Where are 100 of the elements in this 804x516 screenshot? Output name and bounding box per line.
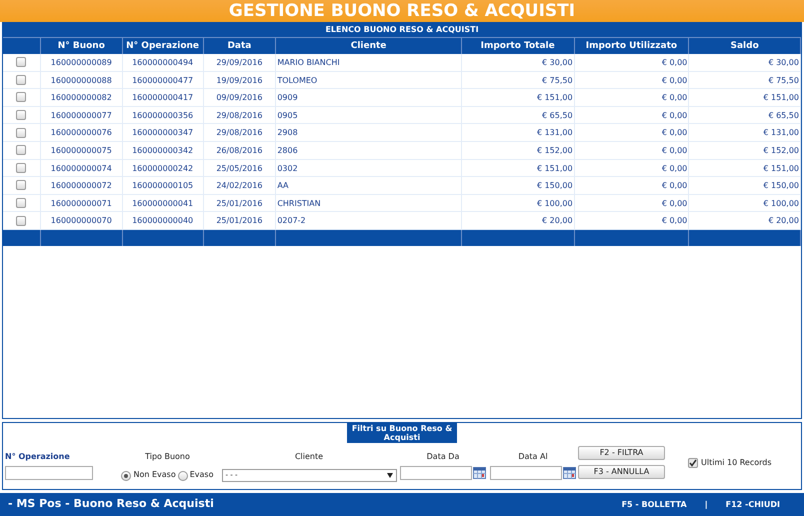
column-header: Importo Utilizzato (574, 38, 690, 54)
table-cell: 160000000477 (122, 72, 204, 88)
table-cell: 160000000070 (40, 212, 123, 229)
column-header: Importo Totale (462, 38, 575, 54)
table-cell: € 0,00 (574, 72, 690, 88)
row-checkbox[interactable] (16, 57, 26, 68)
table-cell: € 20,00 (689, 212, 801, 229)
table-cell: 160000000356 (122, 106, 204, 124)
page-title: GESTIONE BUONO RESO & ACQUISTI (0, 0, 804, 22)
table-cell: € 151,00 (462, 160, 575, 176)
radio-option[interactable]: Evaso (178, 466, 214, 481)
table-cell: € 0,00 (574, 89, 690, 106)
action-button[interactable]: F3 - ANNULLA (578, 465, 665, 479)
row-checkbox[interactable] (16, 145, 26, 156)
table-cell: 160000000071 (40, 194, 123, 212)
table-cell: 160000000041 (122, 194, 204, 212)
field-label: N° Operazione (5, 451, 71, 463)
separator: | (704, 498, 708, 510)
table-cell: 29/08/2016 (204, 106, 276, 124)
radio-option[interactable]: Non Evaso (121, 466, 176, 481)
calendar-icon[interactable] (563, 467, 576, 479)
column-header: N° Buono (40, 38, 123, 54)
table-cell: 29/09/2016 (204, 54, 276, 71)
calendar-icon[interactable] (473, 467, 486, 479)
table-cell: 160000000074 (40, 160, 123, 176)
table-cell: 160000000342 (122, 142, 204, 159)
row-checkbox[interactable] (16, 128, 26, 138)
table-cell: € 151,00 (689, 160, 801, 176)
field-label: Data Da (426, 451, 460, 463)
table-cell: € 150,00 (462, 177, 575, 194)
table-cell: € 150,00 (689, 177, 801, 194)
table-cell: 25/01/2016 (204, 212, 276, 229)
table-cell: € 65,50 (689, 106, 801, 124)
ultimi-checkbox[interactable]: Ultimi 10 Records (688, 457, 772, 469)
table-cell: 2908 (276, 124, 462, 141)
row-checkbox[interactable] (16, 216, 26, 226)
table-cell: 0909 (276, 89, 462, 106)
footer-action[interactable]: F12 -CHIUDI (726, 498, 780, 510)
table-cell: € 100,00 (462, 194, 575, 212)
table-cell: € 151,00 (689, 89, 801, 106)
row-checkbox[interactable] (16, 92, 26, 102)
table-cell: 24/02/2016 (204, 177, 276, 194)
table-cell: 0207-2 (276, 212, 462, 229)
table-cell: € 131,00 (689, 124, 801, 141)
field-label: Tipo Buono (145, 451, 190, 463)
footer-action[interactable]: F5 - BOLLETTA (622, 498, 687, 510)
table-cell: 160000000040 (122, 212, 204, 229)
table-cell: 160000000347 (122, 124, 204, 141)
table-cell: 2806 (276, 142, 462, 159)
table-cell: TOLOMEO (276, 72, 462, 88)
table-cell: € 0,00 (574, 160, 690, 176)
table-cell: € 75,50 (689, 72, 801, 88)
table-cell: 26/08/2016 (204, 142, 276, 159)
table-cell: 160000000075 (40, 142, 123, 159)
table-cell: 09/09/2016 (204, 89, 276, 106)
row-checkbox[interactable] (16, 180, 26, 190)
table-cell: € 152,00 (462, 142, 575, 159)
table-cell: 160000000417 (122, 89, 204, 106)
row-checkbox[interactable] (16, 162, 26, 173)
table-cell: CHRISTIAN (276, 194, 462, 212)
table-cell: € 0,00 (574, 142, 690, 159)
table-cell: € 131,00 (462, 124, 575, 141)
table-cell: € 0,00 (574, 177, 690, 194)
table-cell: € 0,00 (574, 194, 690, 212)
date-input[interactable] (400, 466, 472, 480)
dropdown-caret-icon (386, 473, 392, 478)
table-cell: € 0,00 (574, 54, 690, 71)
table-cell: 160000000072 (40, 177, 123, 194)
table-cell: 25/01/2016 (204, 194, 276, 212)
table-cell: MARIO BIANCHI (276, 54, 462, 71)
table-cell: € 30,00 (689, 54, 801, 71)
footer-title: - MS Pos - Buono Reso & Acquisti (8, 496, 215, 512)
table-cell: 25/05/2016 (204, 160, 276, 176)
table-cell: 160000000082 (40, 89, 123, 106)
table-cell: € 0,00 (574, 124, 690, 141)
table-cell: € 100,00 (689, 194, 801, 212)
table-cell: € 0,00 (574, 212, 690, 229)
table-cell: 0905 (276, 106, 462, 124)
field-label: Cliente (294, 451, 324, 463)
table-cell: 19/09/2016 (204, 72, 276, 88)
table-cell: € 75,50 (462, 72, 575, 88)
table-cell: 160000000494 (122, 54, 204, 71)
row-checkbox[interactable] (16, 74, 26, 85)
column-header: N° Operazione (122, 38, 204, 54)
table-cell: € 151,00 (462, 89, 575, 106)
column-header: Data (204, 38, 276, 54)
action-button[interactable]: F2 - FILTRA (578, 446, 665, 460)
table-cell: € 30,00 (462, 54, 575, 71)
table-cell: 160000000088 (40, 72, 123, 88)
date-input[interactable] (490, 466, 562, 480)
column-header: Saldo (689, 38, 801, 54)
table-cell: € 152,00 (689, 142, 801, 159)
row-checkbox[interactable] (16, 110, 26, 120)
table-cell: 29/08/2016 (204, 124, 276, 141)
table-cell: AA (276, 177, 462, 194)
operazione-input[interactable] (5, 466, 93, 480)
table-cell: 160000000077 (40, 106, 123, 124)
table-cell: € 65,50 (462, 106, 575, 124)
row-checkbox[interactable] (16, 198, 26, 208)
field-label: Data Al (518, 451, 548, 463)
